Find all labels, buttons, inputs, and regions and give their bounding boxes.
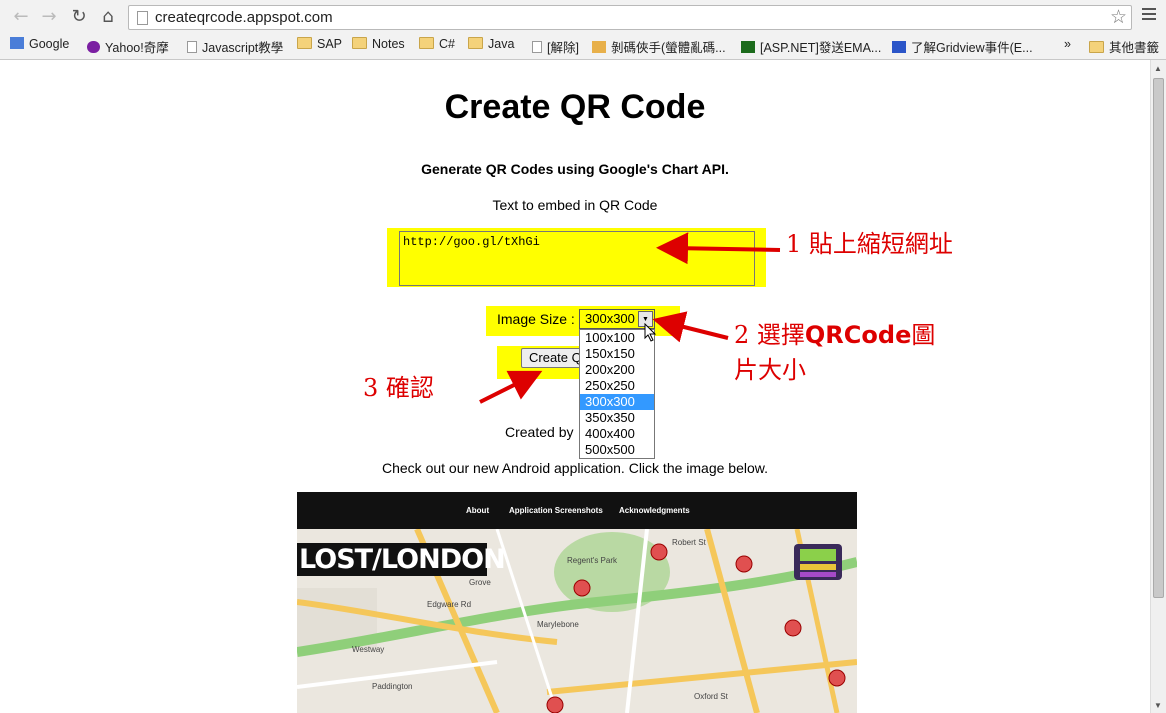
annotation-step3: 3 確認 [363, 374, 434, 402]
lost-london-logo: LOST/LONDON [297, 543, 506, 576]
page-icon [137, 11, 148, 25]
reload-icon[interactable]: ↻ [68, 6, 90, 28]
map-pin-icon [573, 579, 591, 597]
folder-icon [419, 37, 434, 49]
page-content: Create QR Code Generate QR Codes using G… [0, 60, 1150, 713]
bookmark-label: Java [488, 37, 515, 51]
map-label: Paddington [372, 682, 413, 691]
bookmark-label: [ASP.NET]發送EMA... [760, 41, 882, 55]
url-text[interactable]: createqrcode.appspot.com [155, 9, 333, 26]
bookmark-label: [解除] [547, 41, 579, 55]
site-icon [741, 41, 755, 53]
bookmark-google[interactable]: Google [10, 37, 69, 51]
menu-icon[interactable] [1142, 8, 1156, 22]
annotation-step2-line2: 片大小 [734, 356, 806, 384]
yahoo-icon [87, 41, 100, 53]
bookmark-label: Notes [372, 37, 405, 51]
folder-icon [297, 37, 312, 49]
home-icon[interactable]: ⌂ [97, 6, 119, 28]
bookmark-sap[interactable]: SAP [297, 37, 342, 51]
address-bar[interactable]: createqrcode.appspot.com ☆ [128, 5, 1132, 30]
bookmark-label: 了解Gridview事件(E... [911, 41, 1033, 55]
folder-icon [352, 37, 367, 49]
bookmark-label: Google [29, 37, 70, 51]
bookmark-javascript[interactable]: Javascript教學 [187, 37, 283, 56]
arrow-to-size [652, 311, 729, 343]
map-pin-icon [784, 619, 802, 637]
map-label: Marylebone [537, 620, 579, 629]
bookmark-label: C# [439, 37, 455, 51]
banner-nav-acknowledgments[interactable]: Acknowledgments [619, 506, 690, 515]
google-icon [10, 37, 24, 49]
map-pin-icon [735, 555, 753, 573]
banner-nav: About Application Screenshots Acknowledg… [297, 492, 857, 529]
bookmark-gridview[interactable]: 了解Gridview事件(E... [892, 37, 1033, 56]
map-pin-icon [546, 696, 564, 713]
scroll-down-icon[interactable]: ▼ [1154, 701, 1162, 710]
scrollbar-thumb[interactable] [1153, 78, 1164, 598]
bookmarks-overflow-button[interactable]: » [1064, 37, 1071, 51]
bookmark-yahoo[interactable]: Yahoo!奇摩 [87, 37, 169, 56]
map-pin-icon [828, 669, 846, 687]
folder-icon [468, 37, 483, 49]
arrow-to-button [479, 370, 543, 404]
site-icon [892, 41, 906, 53]
bookmark-star-icon[interactable]: ☆ [1110, 6, 1127, 28]
map-label: Robert St [672, 538, 706, 547]
map-label: Regent's Park [567, 556, 617, 565]
bookmark-label: 剝碼俠手(螢體亂碼... [611, 41, 726, 55]
bookmark-notes[interactable]: Notes [352, 37, 405, 51]
arrow-to-textarea [656, 232, 781, 265]
page-icon [532, 41, 542, 53]
bookmark-decoder[interactable]: 剝碼俠手(螢體亂碼... [592, 37, 726, 56]
annotation-step2-bold: QRCode [804, 321, 912, 349]
annotation-step2-suffix: 圖 [911, 321, 936, 349]
map-label: Edgware Rd [427, 600, 472, 609]
map-label: Oxford St [694, 692, 728, 701]
bookmark-csharp[interactable]: C# [419, 37, 455, 51]
annotation-step2-prefix: 2 選擇 [734, 321, 805, 349]
bookmark-other[interactable]: 其他書籤 [1089, 37, 1159, 56]
bookmark-unlock[interactable]: [解除] [532, 37, 579, 56]
page-icon [187, 41, 197, 53]
bookmark-label: Yahoo!奇摩 [105, 41, 169, 55]
vertical-scrollbar[interactable]: ▲ ▼ [1150, 60, 1166, 713]
map-label: Grove [469, 578, 491, 587]
folder-icon [1089, 41, 1104, 53]
scroll-up-icon[interactable]: ▲ [1154, 64, 1162, 73]
bookmark-aspnet[interactable]: [ASP.NET]發送EMA... [741, 37, 881, 56]
annotation-step1: 1 貼上縮短網址 [786, 230, 953, 258]
annotation-step2: 2 選擇QRCode圖 [734, 315, 935, 350]
browser-toolbar: ← → ↻ ⌂ createqrcode.appspot.com ☆ Googl… [0, 0, 1166, 60]
android-app-banner[interactable]: About Application Screenshots Acknowledg… [297, 492, 857, 713]
bookmark-label: 其他書籤 [1109, 41, 1160, 55]
map-label: Westway [352, 645, 385, 654]
map-pin-icon [650, 543, 668, 561]
bookmarks-bar: Google Yahoo!奇摩 Javascript教學 SAP Notes C… [0, 33, 1166, 57]
banner-nav-screenshots[interactable]: Application Screenshots [509, 506, 603, 515]
banner-nav-about[interactable]: About [466, 506, 489, 515]
forward-icon[interactable]: → [38, 6, 60, 28]
bookmark-label: SAP [317, 37, 343, 51]
bookmark-label: Javascript教學 [202, 41, 284, 55]
back-icon[interactable]: ← [10, 6, 32, 28]
site-icon [592, 41, 606, 53]
bookmark-java[interactable]: Java [468, 37, 514, 51]
